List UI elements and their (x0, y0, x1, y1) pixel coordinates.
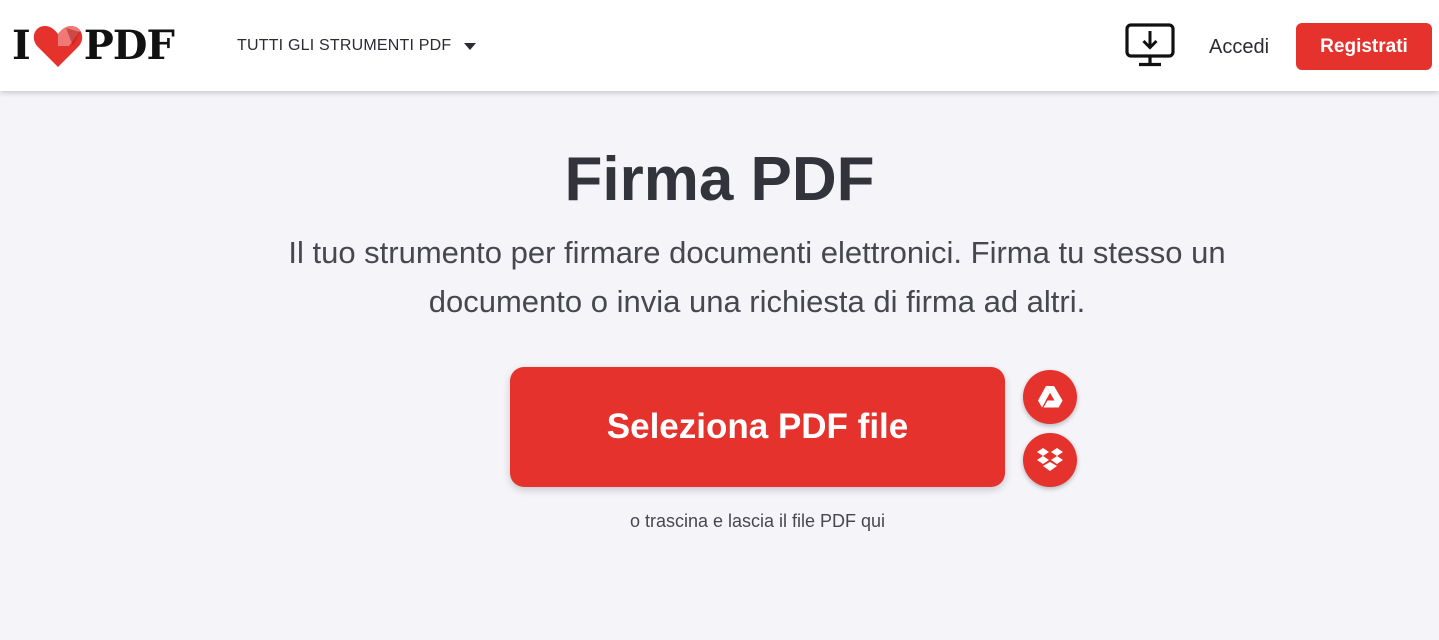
page-subtitle: Il tuo strumento per firmare documenti e… (288, 235, 1226, 319)
register-button[interactable]: Registrati (1296, 23, 1432, 70)
desktop-app-button[interactable] (1124, 22, 1176, 70)
logo-text-i: I (12, 22, 31, 69)
heart-logo-icon (33, 26, 82, 67)
top-header: I PDF TUTTI GLI STRUMENTI PDF Accedi Reg… (0, 0, 1439, 91)
google-drive-button[interactable] (1023, 370, 1077, 424)
select-pdf-file-button[interactable]: Seleziona PDF file (510, 367, 1005, 487)
page-title: Firma PDF (564, 145, 875, 214)
desktop-download-icon (1125, 23, 1175, 67)
ilovepdf-logo[interactable]: I PDF (12, 22, 175, 70)
dropbox-button[interactable] (1023, 433, 1077, 487)
drag-and-drop-hint: o trascina e lascia il file PDF qui (629, 511, 886, 531)
all-tools-menu[interactable]: TUTTI GLI STRUMENTI PDF (237, 34, 477, 58)
login-link[interactable]: Accedi (1209, 34, 1269, 60)
caret-down-icon (464, 43, 477, 50)
dropbox-icon (1037, 448, 1063, 471)
all-tools-menu-label: TUTTI GLI STRUMENTI PDF (237, 37, 452, 54)
logo-text-pdf: PDF (83, 22, 175, 69)
google-drive-icon (1038, 386, 1063, 408)
